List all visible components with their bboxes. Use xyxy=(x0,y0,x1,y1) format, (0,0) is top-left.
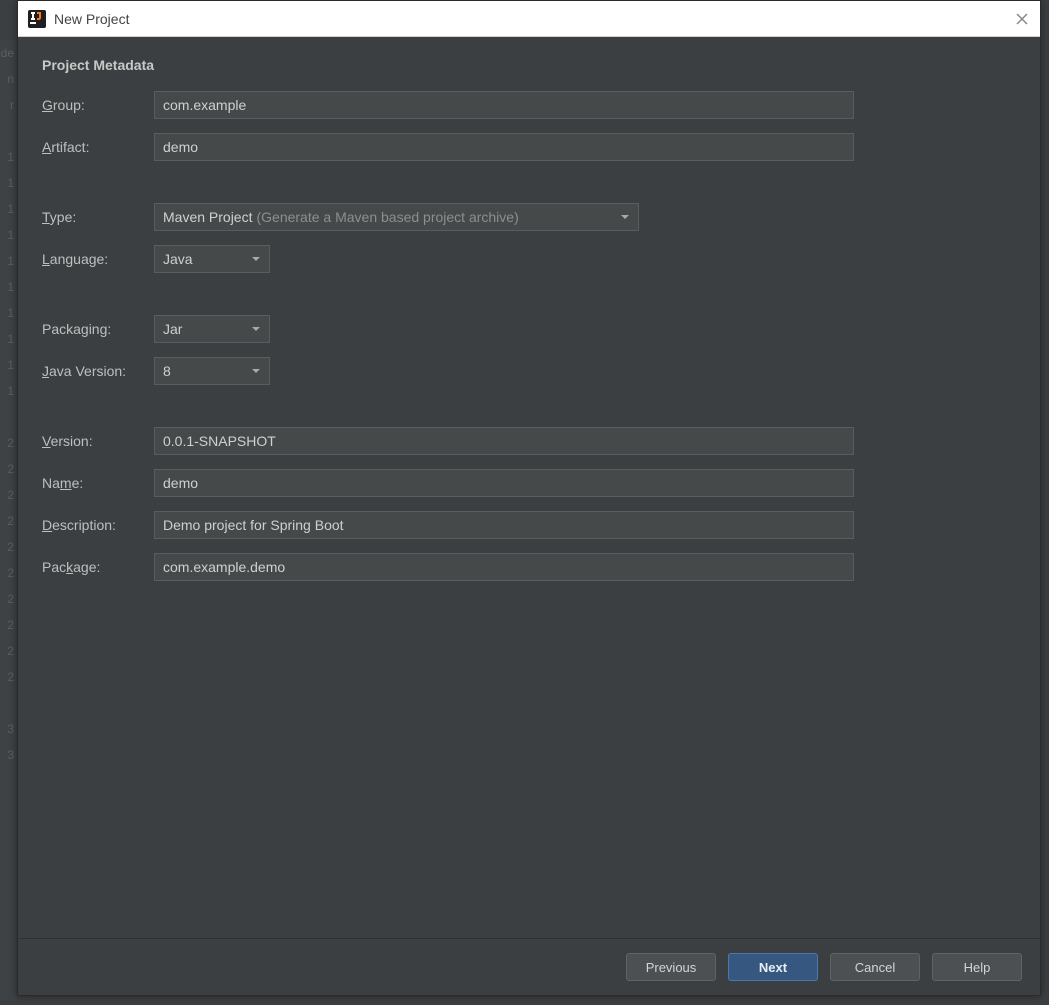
new-project-dialog: New Project Project Metadata Group: Arti… xyxy=(17,0,1041,996)
artifact-label: Artifact: xyxy=(42,139,154,155)
description-input[interactable] xyxy=(154,511,854,539)
version-label: Version: xyxy=(42,433,154,449)
packaging-label: Packaging: xyxy=(42,321,154,337)
package-input[interactable] xyxy=(154,553,854,581)
java-version-select-value: 8 xyxy=(163,363,171,379)
editor-gutter: denr1111 1111112 22222222 233 xyxy=(0,40,16,1000)
name-label: Name: xyxy=(42,475,154,491)
language-select-value: Java xyxy=(163,251,193,267)
artifact-input[interactable] xyxy=(154,133,854,161)
chevron-down-icon xyxy=(251,363,261,379)
project-metadata-form: Group: Artifact: Type: Maven Project (Ge… xyxy=(42,91,1016,581)
help-button[interactable]: Help xyxy=(932,953,1022,981)
intellij-icon xyxy=(28,10,46,28)
dialog-titlebar[interactable]: New Project xyxy=(18,1,1040,37)
package-label: Package: xyxy=(42,559,154,575)
type-label: Type: xyxy=(42,209,154,225)
chevron-down-icon xyxy=(620,209,630,225)
next-button[interactable]: Next xyxy=(728,953,818,981)
dialog-footer: Previous Next Cancel Help xyxy=(18,938,1040,995)
description-label: Description: xyxy=(42,517,154,533)
section-title: Project Metadata xyxy=(42,57,1016,73)
name-input[interactable] xyxy=(154,469,854,497)
previous-button[interactable]: Previous xyxy=(626,953,716,981)
type-select[interactable]: Maven Project (Generate a Maven based pr… xyxy=(154,203,639,231)
close-icon[interactable] xyxy=(1014,11,1030,27)
dialog-content: Project Metadata Group: Artifact: Type: … xyxy=(18,37,1040,938)
type-select-hint: (Generate a Maven based project archive) xyxy=(256,209,518,225)
language-label: Language: xyxy=(42,251,154,267)
language-select[interactable]: Java xyxy=(154,245,270,273)
cancel-button[interactable]: Cancel xyxy=(830,953,920,981)
group-input[interactable] xyxy=(154,91,854,119)
type-select-value: Maven Project xyxy=(163,209,252,225)
java-version-select[interactable]: 8 xyxy=(154,357,270,385)
packaging-select[interactable]: Jar xyxy=(154,315,270,343)
group-label: Group: xyxy=(42,97,154,113)
version-input[interactable] xyxy=(154,427,854,455)
dialog-title: New Project xyxy=(54,11,129,27)
chevron-down-icon xyxy=(251,251,261,267)
java-version-label: Java Version: xyxy=(42,363,154,379)
chevron-down-icon xyxy=(251,321,261,337)
packaging-select-value: Jar xyxy=(163,321,182,337)
